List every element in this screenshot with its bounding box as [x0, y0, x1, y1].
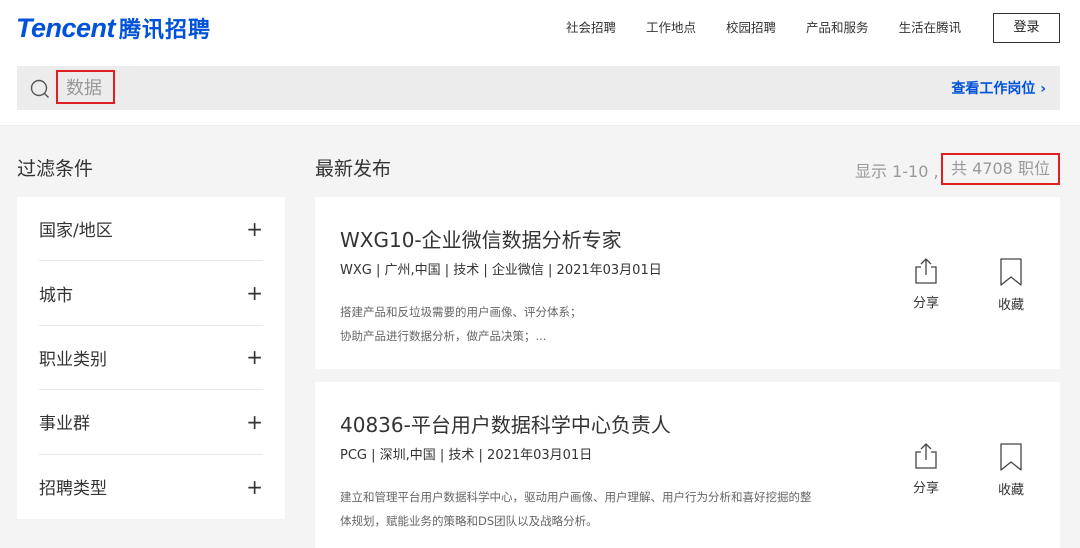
search-icon[interactable] — [30, 79, 50, 99]
nav-products-services[interactable]: 产品和服务 — [806, 19, 869, 37]
logo-text-cn: 腾讯招聘 — [119, 18, 212, 43]
login-button[interactable]: 登录 — [993, 13, 1060, 43]
nav-life-at-tencent[interactable]: 生活在腾讯 — [899, 19, 962, 37]
search-bar: 查看工作岗位 › — [17, 66, 1060, 110]
result-range: 显示 1-10 , — [855, 162, 939, 181]
filter-label: 事业群 — [39, 414, 90, 435]
job-title[interactable]: 40836-平台用户数据科学中心负责人 — [340, 409, 671, 438]
favorite-button[interactable]: 收藏 — [986, 442, 1036, 498]
top-header: Tencent 腾讯招聘 社会招聘 工作地点 校园招聘 产品和服务 生活在腾讯 … — [0, 0, 1080, 126]
filter-country-region[interactable]: 国家/地区 + — [39, 197, 263, 262]
main-nav: 社会招聘 工作地点 校园招聘 产品和服务 生活在腾讯 — [566, 19, 991, 37]
plus-icon[interactable]: + — [246, 345, 263, 369]
favorite-label: 收藏 — [997, 298, 1024, 313]
filter-title: 过滤条件 — [17, 158, 94, 180]
plus-icon[interactable]: + — [246, 281, 263, 305]
tencent-careers-logo[interactable]: Tencent 腾讯招聘 — [16, 12, 211, 44]
nav-social-recruitment[interactable]: 社会招聘 — [566, 19, 616, 37]
share-icon — [915, 258, 937, 284]
job-title[interactable]: WXG10-企业微信数据分析专家 — [340, 224, 622, 253]
filter-label: 职业类别 — [39, 349, 107, 370]
job-meta: PCG | 深圳,中国 | 技术 | 2021年03月01日 — [340, 448, 593, 463]
job-meta: WXG | 广州,中国 | 技术 | 企业微信 | 2021年03月01日 — [340, 263, 662, 278]
share-icon — [915, 443, 937, 469]
share-label: 分享 — [912, 296, 939, 311]
job-card[interactable]: 40836-平台用户数据科学中心负责人 PCG | 深圳,中国 | 技术 | 2… — [315, 382, 1060, 548]
job-description-line: 建立和管理平台用户数据科学中心，驱动用户画像、用户理解、用户行为分析和喜好挖掘的… — [340, 490, 812, 504]
job-description-line: 协助产品进行数据分析，做产品决策；... — [340, 329, 547, 343]
filter-panel: 国家/地区 + 城市 + 职业类别 + 事业群 + 招聘类型 + — [17, 197, 285, 519]
favorite-label: 收藏 — [997, 483, 1024, 498]
nav-work-locations[interactable]: 工作地点 — [646, 19, 696, 37]
plus-icon[interactable]: + — [246, 410, 263, 434]
bookmark-icon — [1000, 443, 1022, 471]
filter-city[interactable]: 城市 + — [39, 261, 263, 326]
favorite-button[interactable]: 收藏 — [986, 257, 1036, 313]
job-card[interactable]: WXG10-企业微信数据分析专家 WXG | 广州,中国 | 技术 | 企业微信… — [315, 197, 1060, 369]
filter-label: 招聘类型 — [39, 479, 107, 500]
search-input[interactable] — [56, 70, 115, 104]
logo-text-en: Tencent — [16, 13, 116, 43]
filter-label: 城市 — [39, 285, 73, 306]
view-jobs-link[interactable]: 查看工作岗位 › — [951, 78, 1046, 98]
share-label: 分享 — [912, 481, 939, 496]
plus-icon[interactable]: + — [246, 475, 263, 499]
share-button[interactable]: 分享 — [901, 257, 951, 311]
share-button[interactable]: 分享 — [901, 442, 951, 496]
latest-posts-title: 最新发布 — [315, 158, 392, 180]
job-description: 建立和管理平台用户数据科学中心，驱动用户画像、用户理解、用户行为分析和喜好挖掘的… — [340, 485, 812, 533]
job-description: 搭建产品和反垃圾需要的用户画像、评分体系； 协助产品进行数据分析，做产品决策；.… — [340, 300, 582, 348]
filter-job-category[interactable]: 职业类别 + — [39, 326, 263, 391]
filter-recruitment-type[interactable]: 招聘类型 + — [39, 455, 263, 519]
filter-label: 国家/地区 — [39, 221, 113, 242]
bookmark-icon — [1000, 258, 1022, 286]
total-job-count: 共 4708 职位 — [941, 153, 1060, 185]
job-description-line: 体规划，赋能业务的策略和DS团队以及战略分析。 — [340, 514, 598, 528]
filter-business-group[interactable]: 事业群 + — [39, 390, 263, 455]
job-description-line: 搭建产品和反垃圾需要的用户画像、评分体系； — [340, 305, 582, 319]
plus-icon[interactable]: + — [246, 217, 263, 241]
nav-campus-recruitment[interactable]: 校园招聘 — [726, 19, 776, 37]
